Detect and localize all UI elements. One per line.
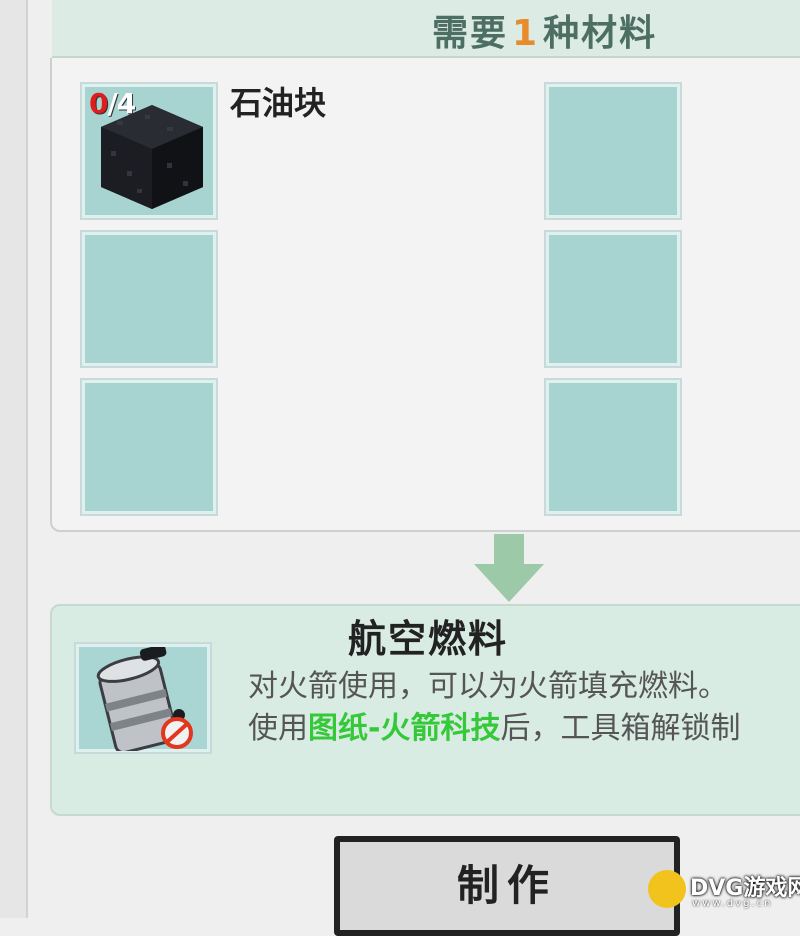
header-prefix: 需要	[432, 13, 509, 54]
header-suffix: 种材料	[543, 13, 658, 54]
material-name-1: 石油块	[230, 84, 327, 122]
result-item-name: 航空燃料	[348, 617, 509, 661]
result-description: 对火箭使用，可以为火箭填充燃料。 使用图纸-火箭科技后，工具箱解锁制	[248, 666, 740, 750]
material-need-count: /4	[107, 87, 136, 120]
materials-header: 需要 1 种材料	[52, 0, 800, 58]
material-slot-3[interactable]	[82, 380, 216, 514]
material-slot-2[interactable]	[82, 232, 216, 366]
result-desc-line-2: 使用图纸-火箭科技后，工具箱解锁制	[248, 708, 740, 750]
watermark-logo: DVG游戏网 www.dvg.cn	[648, 866, 800, 918]
material-slot-4[interactable]	[546, 84, 680, 218]
desc-suffix: 后，工具箱解锁制	[500, 711, 741, 746]
result-item-slot[interactable]	[76, 644, 210, 752]
gamepad-icon	[648, 870, 686, 908]
header-material-count: 1	[512, 13, 540, 54]
craft-button[interactable]: 制作	[334, 836, 680, 936]
material-slot-5[interactable]	[546, 232, 680, 366]
desc-prefix: 使用	[248, 711, 308, 746]
arrow-down-icon	[474, 534, 544, 602]
watermark-url: www.dvg.cn	[692, 898, 773, 909]
material-count: 0/4	[89, 87, 136, 120]
materials-required-title: 需要 1 种材料	[432, 4, 657, 56]
aviation-fuel-canister-icon	[96, 647, 193, 751]
material-slot-1[interactable]: 0/4	[82, 84, 216, 218]
material-slot-6[interactable]	[546, 380, 680, 514]
panel-left-edge	[0, 0, 28, 918]
material-have-count: 0	[89, 87, 109, 120]
blueprint-highlight: 图纸-火箭科技	[308, 711, 501, 746]
result-desc-line-1: 对火箭使用，可以为火箭填充燃料。	[248, 669, 728, 704]
